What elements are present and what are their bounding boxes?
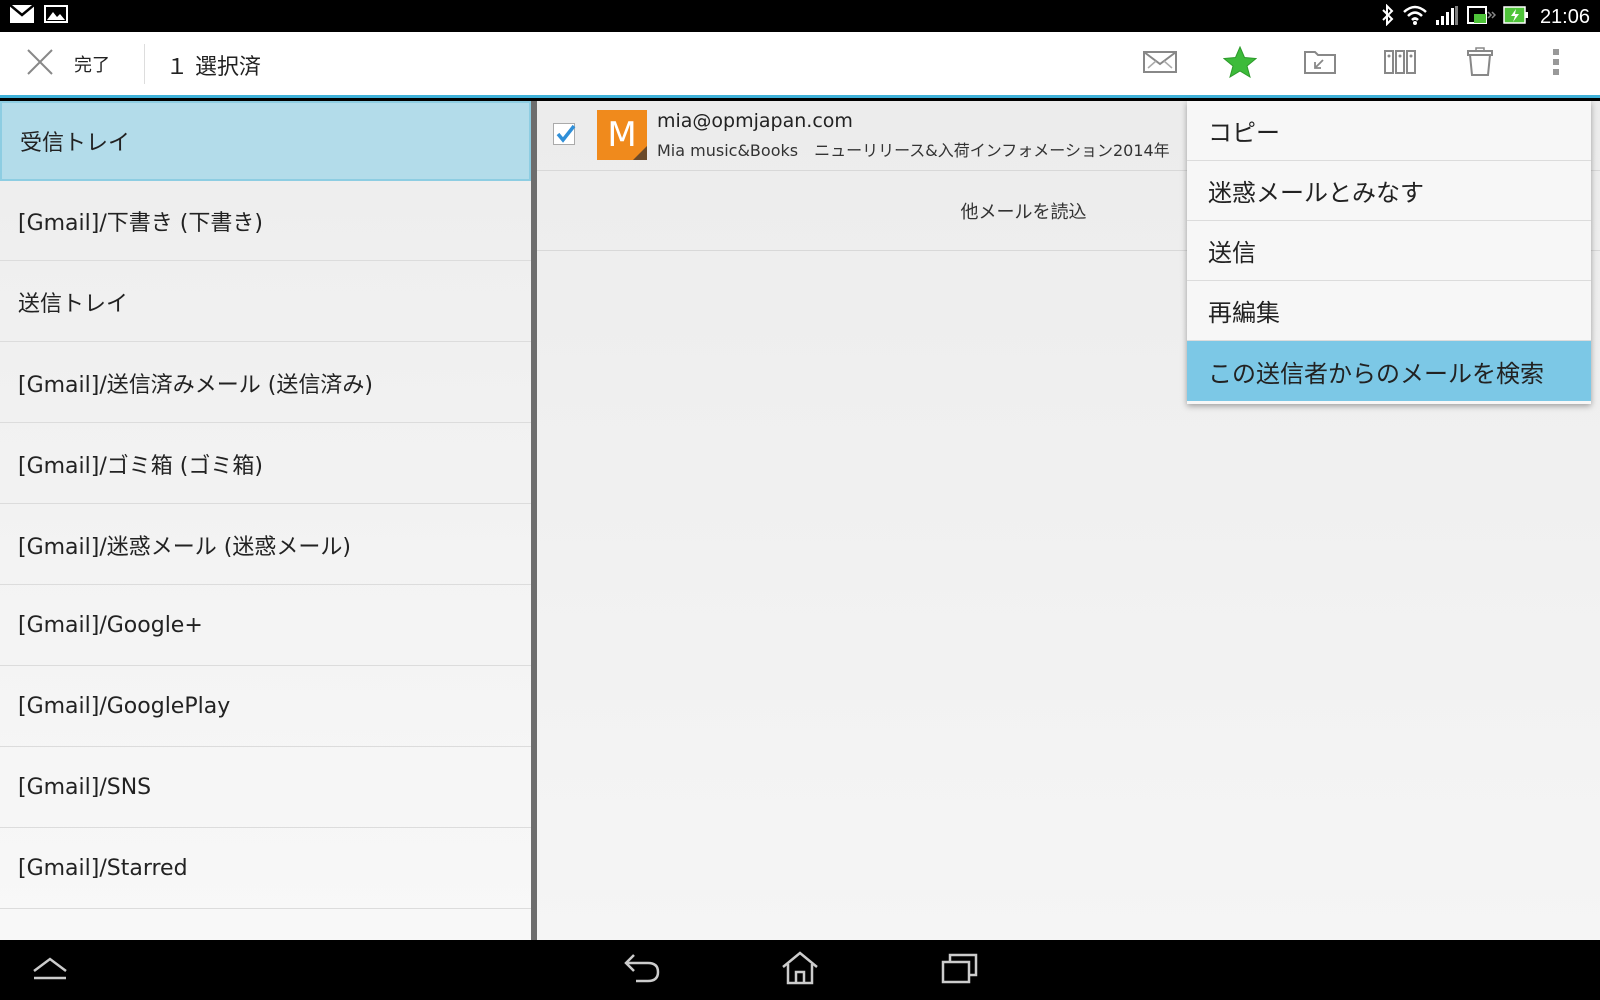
- signal-icon: [1435, 4, 1459, 30]
- folder-item-trash[interactable]: [Gmail]/ゴミ箱 (ゴミ箱): [0, 424, 531, 504]
- folder-label: [Gmail]/Starred: [18, 856, 188, 881]
- folder-item-google-play[interactable]: [Gmail]/GooglePlay: [0, 667, 531, 747]
- folder-label: [Gmail]/ゴミ箱 (ゴミ箱): [18, 453, 263, 479]
- folder-label: 受信トレイ: [20, 131, 131, 156]
- overflow-menu-button[interactable]: [1536, 42, 1576, 86]
- mark-unread-button[interactable]: [1136, 42, 1184, 86]
- folder-item-spam[interactable]: [Gmail]/迷惑メール (迷惑メール): [0, 505, 531, 585]
- folder-label: 送信トレイ: [18, 291, 129, 317]
- menu-item-send[interactable]: 送信: [1187, 221, 1591, 281]
- notification-icons: [9, 4, 68, 27]
- folder-list: 受信トレイ [Gmail]/下書き (下書き) 送信トレイ [Gmail]/送信…: [0, 101, 531, 940]
- recent-apps-button[interactable]: [930, 948, 990, 992]
- menu-item-copy[interactable]: コピー: [1187, 101, 1591, 161]
- status-bar: 21:06: [0, 0, 1600, 32]
- overflow-menu-icon: [1552, 48, 1560, 80]
- context-menu: コピー 迷惑メールとみなす 送信 再編集 この送信者からのメールを検索: [1187, 101, 1591, 404]
- close-icon: [0, 48, 54, 80]
- menu-item-re-edit[interactable]: 再編集: [1187, 281, 1591, 341]
- trash-icon: [1467, 47, 1493, 81]
- move-button[interactable]: [1296, 42, 1344, 86]
- done-label: 完了: [74, 54, 110, 76]
- folder-item-drafts[interactable]: [Gmail]/下書き (下書き): [0, 181, 531, 261]
- menu-item-search-sender[interactable]: この送信者からのメールを検索: [1187, 341, 1591, 401]
- folder-item-sns[interactable]: [Gmail]/SNS: [0, 748, 531, 828]
- navigation-bar: [0, 940, 1600, 1000]
- bluetooth-icon: [1381, 3, 1395, 30]
- avatar-corner: [633, 146, 647, 160]
- folder-item-google-plus[interactable]: [Gmail]/Google+: [0, 586, 531, 666]
- image-icon: [44, 5, 68, 27]
- mail-subject: Mia music&Books ニューリリース&入荷インフォメーション2014年: [657, 141, 1170, 160]
- back-icon: [622, 951, 662, 989]
- menu-item-mark-spam[interactable]: 迷惑メールとみなす: [1187, 161, 1591, 221]
- star-icon: [1222, 45, 1258, 82]
- home-button[interactable]: [770, 948, 830, 992]
- home-icon: [780, 950, 820, 990]
- mail-icon: [9, 4, 35, 27]
- columns-button[interactable]: [1376, 42, 1424, 86]
- done-button[interactable]: 完了: [0, 32, 140, 95]
- up-button[interactable]: [20, 948, 80, 992]
- sim-icon: [1466, 4, 1496, 30]
- wifi-icon: [1402, 4, 1428, 30]
- mail-icon: [1142, 49, 1178, 79]
- back-button[interactable]: [612, 948, 672, 992]
- folder-label: [Gmail]/迷惑メール (迷惑メール): [18, 534, 351, 560]
- star-button[interactable]: [1216, 42, 1264, 86]
- move-folder-icon: [1303, 48, 1337, 80]
- battery-charging-icon: [1503, 5, 1529, 29]
- folder-label: [Gmail]/GooglePlay: [18, 694, 231, 719]
- folder-item-outbox[interactable]: 送信トレイ: [0, 262, 531, 342]
- folder-label: [Gmail]/送信済みメール (送信済み): [18, 372, 373, 398]
- folder-item-sent[interactable]: [Gmail]/送信済みメール (送信済み): [0, 343, 531, 423]
- folder-item-starred[interactable]: [Gmail]/Starred: [0, 829, 531, 909]
- mail-sender: mia@opmjapan.com: [657, 110, 853, 132]
- mail-checkbox[interactable]: [553, 123, 576, 145]
- folder-label: [Gmail]/下書き (下書き): [18, 210, 263, 236]
- columns-icon: [1383, 48, 1417, 80]
- delete-button[interactable]: [1456, 42, 1504, 86]
- folder-item-inbox[interactable]: 受信トレイ: [0, 101, 531, 181]
- up-arrow-icon: [30, 955, 70, 985]
- divider: [144, 44, 145, 84]
- selected-count: １ 選択済: [166, 55, 261, 80]
- action-bar: 完了 １ 選択済: [0, 32, 1600, 98]
- folder-label: [Gmail]/Google+: [18, 613, 203, 638]
- load-more-label: 他メールを読込: [960, 201, 1087, 223]
- folder-label: [Gmail]/SNS: [18, 775, 152, 800]
- system-icons: 21:06: [1381, 3, 1590, 30]
- recent-apps-icon: [940, 951, 980, 989]
- clock: 21:06: [1539, 5, 1590, 28]
- checkmark-icon: [556, 124, 576, 143]
- sender-avatar[interactable]: M: [597, 110, 647, 160]
